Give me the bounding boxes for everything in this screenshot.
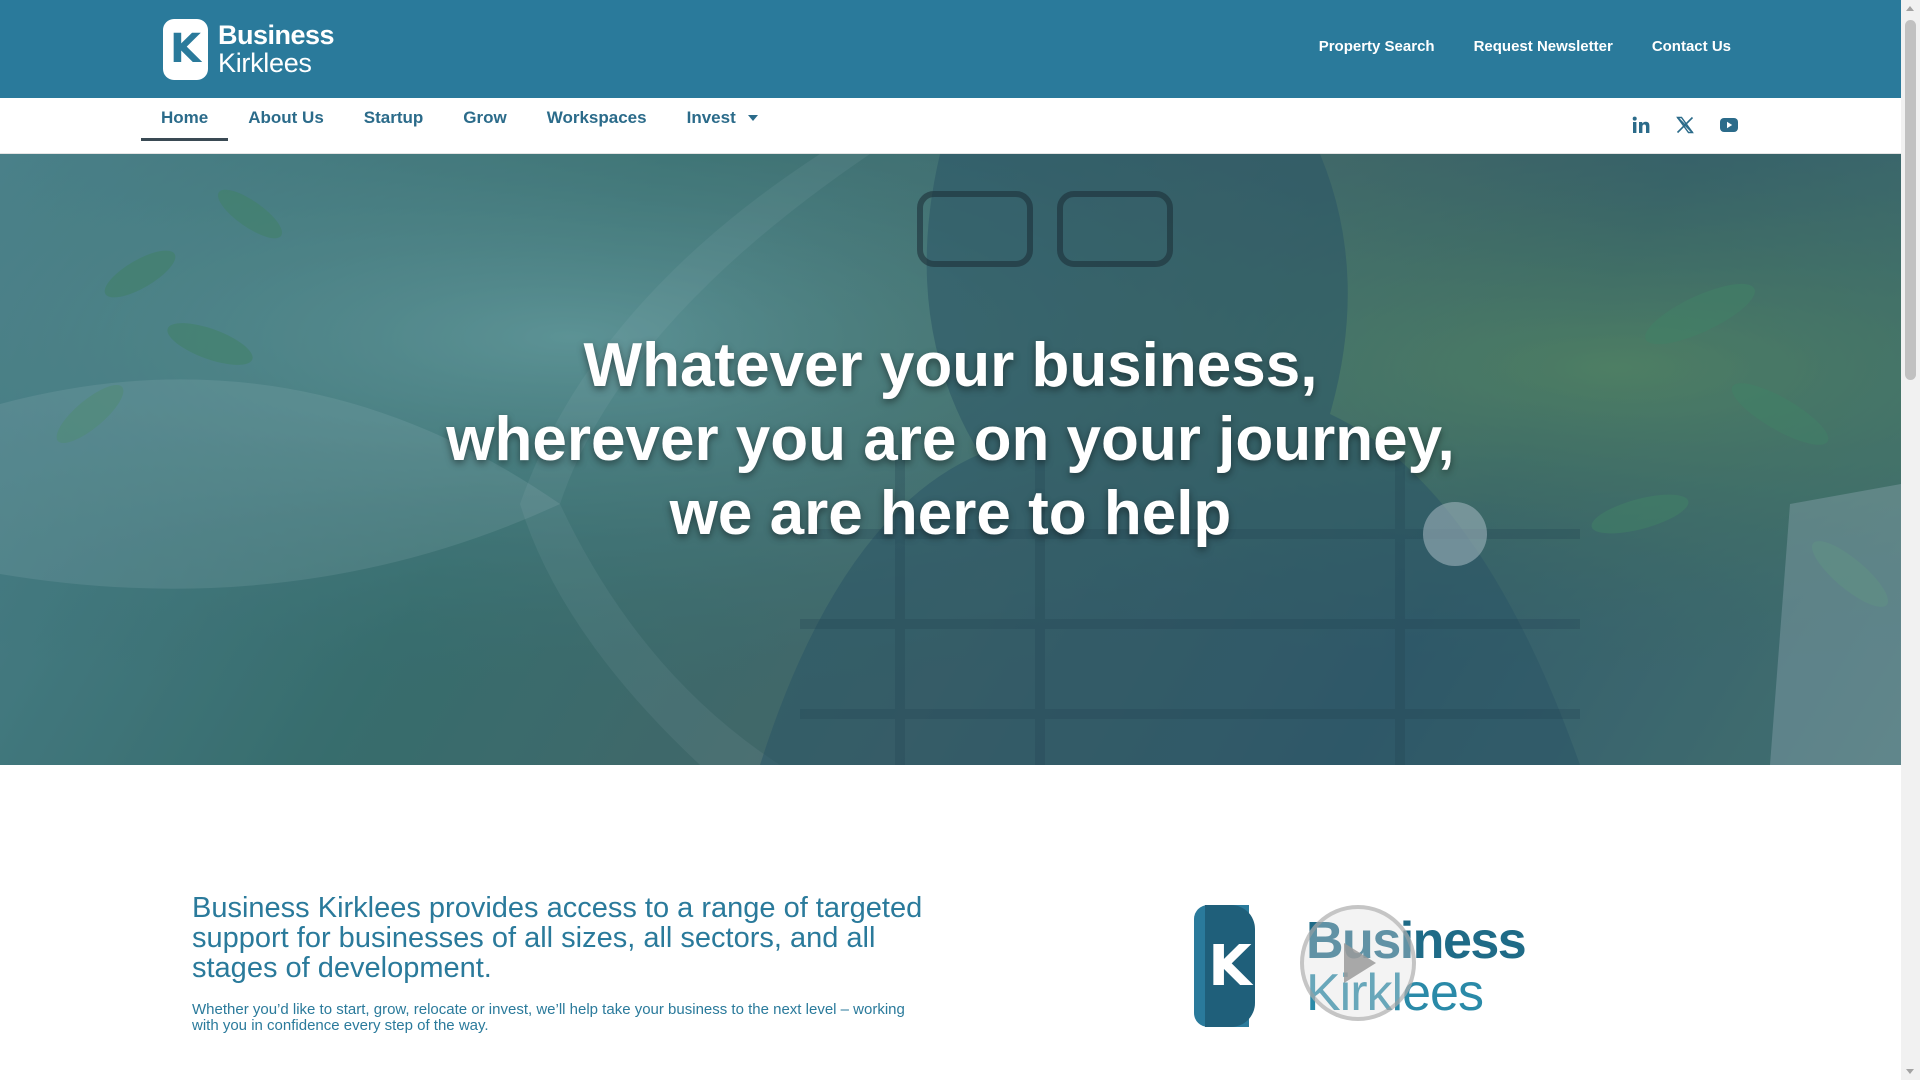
logo-line-1: Business [218, 19, 335, 50]
main-navigation: Home About Us Startup Grow Workspaces In… [0, 98, 1901, 154]
nav-item-label: About Us [248, 108, 324, 127]
hero-line-3: we are here to help [669, 479, 1232, 548]
play-icon [1344, 943, 1376, 983]
top-header: K Business Kirklees Property Search Requ… [0, 0, 1901, 98]
nav-item-home[interactable]: Home [141, 98, 229, 141]
nav-item-about-us[interactable]: About Us [228, 98, 344, 141]
nav-item-label: Workspaces [546, 108, 647, 127]
logo-wordmark: Business Kirklees [218, 19, 335, 78]
property-search-link[interactable]: Property Search [1319, 38, 1435, 55]
nav-item-invest[interactable]: Invest [667, 98, 778, 141]
video-logo-mark: K [1205, 905, 1255, 1027]
video-player[interactable]: K Business Kirklees [1194, 905, 1527, 1027]
play-button[interactable] [1300, 905, 1416, 1021]
chevron-down-icon [747, 115, 758, 121]
nav-item-label: Home [161, 108, 209, 127]
hero-line-2: wherever you are on your journey, [446, 405, 1455, 474]
nav-item-startup[interactable]: Startup [344, 98, 444, 141]
utility-nav: Property Search Request Newsletter Conta… [1319, 38, 1731, 55]
scroll-down-arrow-icon[interactable] [1906, 1069, 1914, 1074]
site-logo[interactable]: K Business Kirklees [163, 18, 335, 80]
logo-mark: K [163, 18, 208, 80]
hero-line-1: Whatever your business, [583, 331, 1318, 400]
hero-banner: Whatever your business, wherever you are… [0, 154, 1901, 765]
x-twitter-icon[interactable] [1674, 114, 1696, 136]
intro-sub-text: Whether you’d like to start, grow, reloc… [192, 1001, 905, 1034]
nav-item-grow[interactable]: Grow [443, 98, 526, 141]
scrollbar-thumb[interactable] [1905, 20, 1916, 380]
nav-item-label: Invest [686, 108, 736, 127]
request-newsletter-link[interactable]: Request Newsletter [1474, 38, 1613, 55]
intro-section: Business Kirklees provides access to a r… [192, 893, 932, 1034]
nav-item-label: Grow [463, 108, 507, 127]
page-scrollbar[interactable] [1901, 0, 1920, 1080]
linkedin-icon[interactable] [1630, 114, 1652, 136]
nav-item-label: Startup [363, 108, 424, 127]
contact-us-link[interactable]: Contact Us [1652, 38, 1731, 55]
intro-lead-text: Business Kirklees provides access to a r… [192, 892, 923, 984]
nav-item-workspaces[interactable]: Workspaces [527, 98, 667, 141]
main-nav-items: Home About Us Startup Grow Workspaces In… [141, 98, 778, 154]
youtube-icon[interactable] [1718, 114, 1740, 136]
social-links [1630, 114, 1740, 136]
logo-line-2: Kirklees [218, 47, 312, 78]
hero-headline: Whatever your business, wherever you are… [0, 329, 1901, 551]
scroll-up-arrow-icon[interactable] [1906, 6, 1914, 11]
